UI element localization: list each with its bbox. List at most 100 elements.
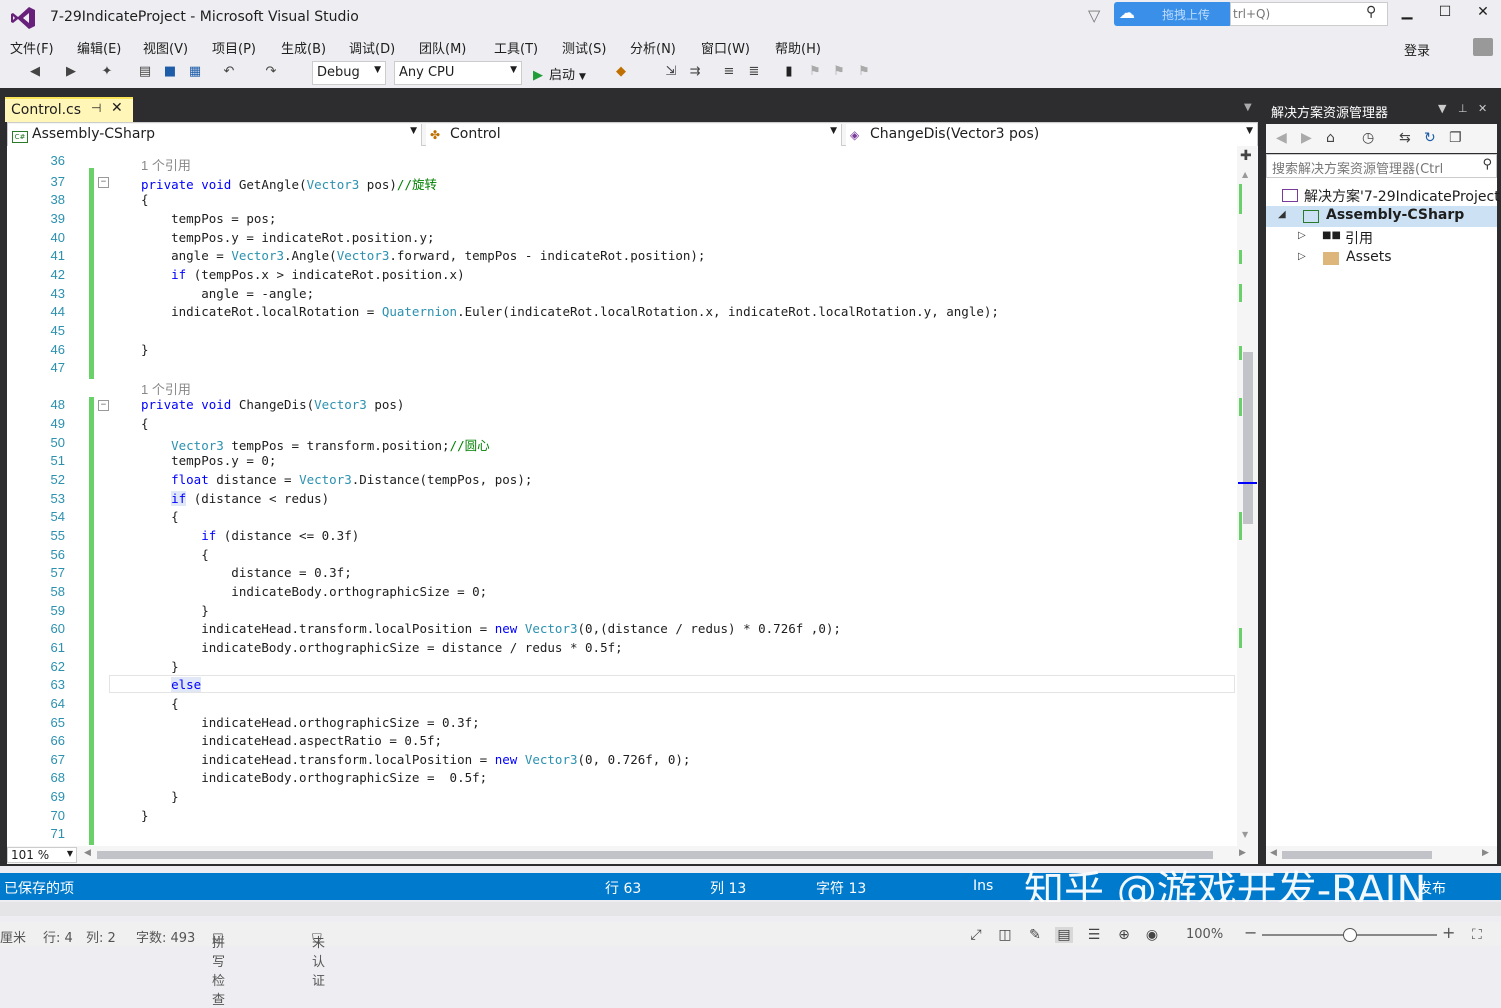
new-project-icon[interactable]: ✦ [98,64,116,82]
next-bookmark-icon[interactable]: ⚑ [830,64,848,82]
code-text[interactable]: private void GetAngle(Vector3 pos)//旋转 [141,174,437,193]
code-text[interactable]: { [141,509,179,524]
menu-team[interactable]: 团队(M) [419,38,466,57]
collapsed-arrow-icon[interactable]: ▷ [1298,251,1306,262]
tab-control-cs[interactable]: Control.cs ⊣ ✕ [5,97,133,122]
menu-window[interactable]: 窗口(W) [701,38,750,57]
menu-build[interactable]: 生成(B) [281,38,326,57]
back-icon[interactable]: ◀ [26,64,44,82]
solution-config-select[interactable]: Debug ▼ [312,61,386,85]
code-text[interactable]: if (distance < redus) [141,490,329,506]
scroll-left-icon[interactable]: ◀ [1270,848,1277,858]
code-area[interactable]: 36 1 个引用 37− private void GetAngle(Vector3… [7,146,1237,846]
menu-tools[interactable]: 工具(T) [494,38,538,57]
expanded-arrow-icon[interactable]: ◢ [1278,209,1286,220]
zoom-in-icon[interactable]: + [1442,923,1455,942]
scroll-right-icon[interactable]: ▶ [1239,848,1246,858]
menu-test[interactable]: 测试(S) [562,38,606,57]
code-text[interactable]: } [141,808,149,823]
page-view-icon[interactable]: ▤ [1055,927,1073,943]
code-text[interactable]: tempPos.y = 0; [141,453,276,468]
scroll-thumb[interactable] [1243,352,1253,524]
tree-item-solution[interactable]: 解决方案'7-29IndicateProject [1266,185,1500,206]
collapse-region-icon[interactable]: − [98,400,109,412]
step-over-icon[interactable]: ⇉ [686,64,704,82]
code-text[interactable]: tempPos.y = indicateRot.position.y; [141,230,434,245]
code-text[interactable]: } [141,603,209,618]
code-text[interactable]: indicateHead.transform.localPosition = n… [141,752,690,767]
codelens-label[interactable]: 1 个引用 [141,379,191,398]
menu-analyze[interactable]: 分析(N) [630,38,676,57]
notification-filter-icon[interactable]: ▽ [1088,6,1100,25]
solution-platform-select[interactable]: Any CPU ▼ [394,61,522,85]
search-icon[interactable]: ⚲ [1482,157,1492,172]
code-text[interactable]: { [141,696,179,711]
vertical-scrollbar[interactable]: ✚ ▲ ▼ [1237,146,1258,846]
split-window-icon[interactable]: ✚ [1240,148,1252,164]
bookmark-icon[interactable]: ▮ [780,64,798,82]
step-into-icon[interactable]: ⇲ [662,64,680,82]
sync-icon[interactable]: ⇆ [1399,130,1411,146]
code-text[interactable]: } [141,789,179,804]
code-text[interactable]: indicateHead.orthographicSize = 0.3f; [141,715,479,730]
code-text[interactable]: } [141,342,149,357]
zoom-out-icon[interactable]: − [1244,923,1257,942]
book-view-icon[interactable]: ◫ [996,927,1014,943]
code-text[interactable]: indicateHead.aspectRatio = 0.5f; [141,733,442,748]
code-text[interactable]: else [141,677,202,693]
quick-launch-input[interactable]: trl+Q) [1230,2,1388,26]
clear-bookmarks-icon[interactable]: ⚑ [855,64,873,82]
code-text[interactable]: indicateBody.orthographicSize = distance… [141,640,622,655]
history-icon[interactable]: ◷ [1362,130,1374,146]
back-icon[interactable]: ◀ [1276,130,1287,146]
scroll-left-icon[interactable]: ◀ [84,848,91,858]
menu-help[interactable]: 帮助(H) [775,38,821,57]
fullscreen-icon[interactable]: ⤢ [967,927,985,943]
code-text[interactable]: if (tempPos.x > indicateRot.position.x) [141,267,465,282]
zoom-select[interactable]: 101 % ▼ [7,847,77,863]
start-debug-button[interactable]: ▶ 启动 ▼ [533,64,586,83]
prev-bookmark-icon[interactable]: ⚑ [806,64,824,82]
fit-window-icon[interactable]: ⛶ [1472,927,1482,943]
tree-item-references[interactable]: ▷ ■■ 引用 [1266,227,1497,248]
close-tab-icon[interactable]: ✕ [111,100,123,116]
uncomment-lines-icon[interactable]: ≣ [745,64,763,82]
comment-lines-icon[interactable]: ≡ [720,64,738,82]
zoom-level[interactable]: 100% [1186,927,1223,942]
maximize-button[interactable]: ☐ [1430,4,1460,26]
undo-icon[interactable]: ↶ [220,64,238,82]
codelens-label[interactable]: 1 个引用 [141,155,191,174]
code-text[interactable]: float distance = Vector3.Distance(tempPo… [141,472,532,487]
save-icon[interactable]: ■ [161,64,179,82]
code-text[interactable]: tempPos = pos; [141,211,276,226]
pin-icon[interactable]: ⊥ [1458,102,1468,115]
collapsed-arrow-icon[interactable]: ▷ [1298,230,1306,241]
scroll-up-icon[interactable]: ▲ [1242,170,1248,179]
outline-view-icon[interactable]: ☰ [1085,927,1103,943]
open-file-icon[interactable]: ▤ [136,64,154,82]
close-button[interactable]: ✕ [1468,4,1498,26]
scroll-right-icon[interactable]: ▶ [1482,848,1489,858]
menu-file[interactable]: 文件(F) [10,38,54,57]
upload-button[interactable]: ☁ 拖拽上传 [1114,2,1232,26]
code-text[interactable]: } [141,659,179,674]
code-text[interactable]: if (distance <= 0.3f) [141,528,359,543]
code-text[interactable]: Vector3 tempPos = transform.position;//圆… [141,435,490,454]
search-icon[interactable]: ⚲ [1366,4,1376,20]
member-dropdown[interactable]: ◈ ChangeDis(Vector3 pos) ▼ [846,124,1257,146]
account-icon[interactable] [1473,38,1493,56]
pen-icon[interactable]: ✎ [1026,927,1044,943]
redo-icon[interactable]: ↷ [262,64,280,82]
code-text[interactable]: angle = Vector3.Angle(Vector3.forward, t… [141,248,705,263]
login-link[interactable]: 登录 [1404,40,1430,59]
code-text[interactable]: indicateHead.transform.localPosition = n… [141,621,841,636]
tree-item-assets[interactable]: ▷ Assets [1266,248,1497,269]
collapse-all-icon[interactable]: ❐ [1449,130,1462,146]
chevron-down-icon[interactable]: ▼ [1438,102,1446,115]
code-text[interactable]: private void ChangeDis(Vector3 pos) [141,397,404,412]
code-text[interactable]: { [141,416,149,431]
code-text[interactable]: angle = -angle; [141,286,314,301]
code-text[interactable]: { [141,192,149,207]
scroll-down-icon[interactable]: ▼ [1242,830,1248,839]
collapse-region-icon[interactable]: − [98,176,109,188]
